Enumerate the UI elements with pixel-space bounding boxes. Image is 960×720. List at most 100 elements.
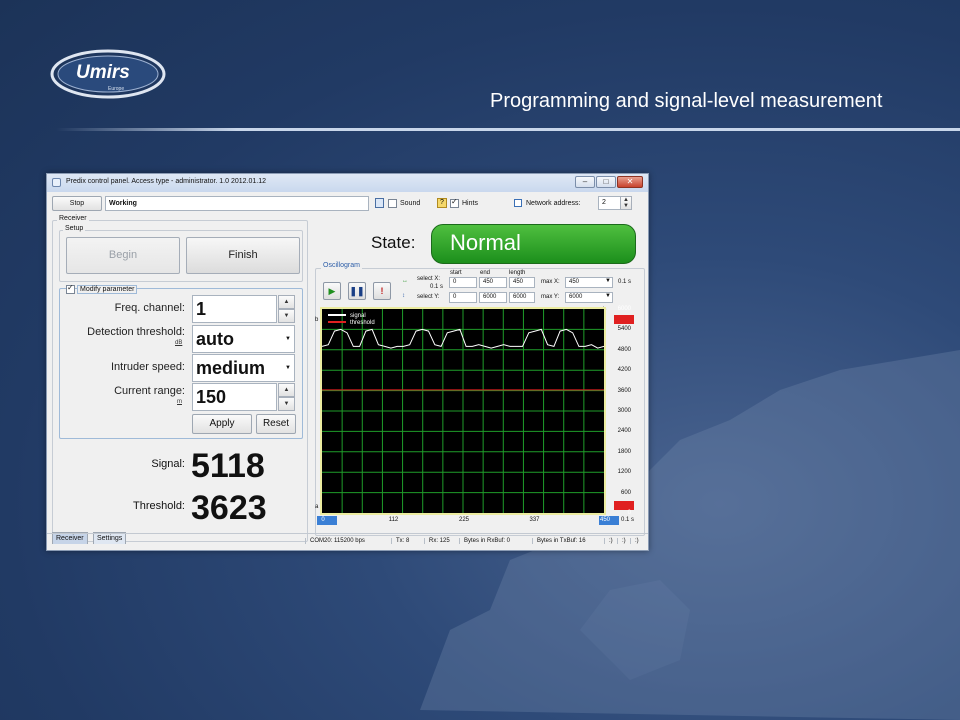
- marker-a-left[interactable]: a: [315, 504, 318, 510]
- status-rxbuf: Bytes in RxBuf: 0: [459, 538, 510, 544]
- chart-legend: signalthreshold: [328, 313, 375, 326]
- hints-label: Hints: [462, 200, 478, 207]
- modify-parameter-checkbox[interactable]: [66, 283, 75, 294]
- freq-channel-input[interactable]: 1: [192, 295, 277, 323]
- title-divider: [56, 128, 960, 131]
- sound-label: Sound: [400, 200, 421, 207]
- x-tick-label: 112: [388, 517, 399, 523]
- intruder-speed-select[interactable]: medium: [192, 354, 295, 382]
- svg-text:Umirs: Umirs: [76, 62, 130, 83]
- select-y-label: select Y:: [417, 294, 440, 300]
- select-x-length-input[interactable]: 450: [509, 277, 535, 288]
- svg-text:Europe: Europe: [108, 86, 124, 92]
- y-tick-label: 600: [620, 489, 631, 496]
- status-smile-1: :): [604, 538, 613, 544]
- freq-channel-down[interactable]: ▼: [278, 309, 295, 323]
- current-range-up[interactable]: ▲: [278, 383, 295, 397]
- x-tick-label: 450: [599, 517, 610, 523]
- y-tick-label: 3000: [617, 408, 631, 414]
- network-address-spin[interactable]: ▲ ▼: [620, 196, 632, 210]
- threshold-label: Threshold:: [133, 500, 185, 512]
- y-tick-label: 6000: [617, 306, 631, 312]
- oscillogram-chart[interactable]: signal threshold: [320, 307, 606, 515]
- x-tick-label: 337: [529, 517, 540, 523]
- status-smile-3: :): [630, 538, 639, 544]
- app-icon: [52, 178, 61, 187]
- status-txbuf: Bytes in TxBuf: 16: [532, 538, 586, 544]
- apply-button[interactable]: Apply: [192, 414, 252, 434]
- y-max-highlight: [614, 315, 634, 324]
- network-icon: [514, 199, 522, 207]
- select-y-start-input[interactable]: 0: [449, 292, 477, 303]
- y-tick-label: 2400: [617, 428, 631, 435]
- status-smile-2: :): [617, 538, 626, 544]
- y-tick-label: 4200: [617, 367, 631, 374]
- modify-parameter-label: Modify parameter: [77, 285, 138, 294]
- col-end-label: end: [480, 270, 491, 276]
- x-axis-unit: 0.1 s: [621, 517, 635, 523]
- minimize-button[interactable]: –: [575, 176, 595, 188]
- window-titlebar[interactable]: Predix control panel. Access type - admi…: [47, 174, 648, 192]
- current-range-down[interactable]: ▼: [278, 397, 295, 411]
- intruder-speed-dropdown-icon[interactable]: ▼: [285, 365, 291, 371]
- oscillogram-plot: signalthreshold: [321, 309, 605, 513]
- status-rx: Rx: 125: [424, 538, 450, 544]
- y-tick-label: 5400: [617, 326, 631, 333]
- status-tx: Tx: 8: [391, 538, 409, 544]
- oscillogram-group-label: Oscillogram: [321, 262, 362, 269]
- signal-value: 5118: [191, 447, 265, 485]
- detection-threshold-unit: dB: [175, 340, 183, 346]
- freq-channel-up[interactable]: ▲: [278, 295, 295, 309]
- slide-title: Programming and signal-level measurement: [490, 90, 883, 112]
- x-tick-label: 225: [458, 517, 469, 523]
- max-y-label: max Y:: [541, 294, 560, 300]
- close-button[interactable]: ✕: [617, 176, 643, 188]
- select-x-start-input[interactable]: 0: [449, 277, 477, 288]
- detection-threshold-label: Detection threshold:: [87, 326, 185, 338]
- col-length-label: length: [509, 270, 526, 276]
- max-y-dropdown-icon[interactable]: ▼: [605, 293, 611, 299]
- network-address-label: Network address:: [526, 200, 581, 207]
- begin-button[interactable]: Begin: [66, 237, 180, 274]
- max-x-dropdown-icon[interactable]: ▼: [605, 278, 611, 284]
- select-x-icon[interactable]: ↔: [402, 278, 408, 284]
- max-x-label: max X:: [541, 279, 560, 285]
- detection-threshold-dropdown-icon[interactable]: ▼: [285, 336, 291, 342]
- finish-button[interactable]: Finish: [186, 237, 300, 274]
- select-x-end-input[interactable]: 450: [479, 277, 507, 288]
- maximize-button[interactable]: □: [596, 176, 616, 188]
- reset-button[interactable]: Reset: [256, 414, 296, 434]
- intruder-speed-label: Intruder speed:: [111, 361, 185, 373]
- detection-threshold-select[interactable]: auto: [192, 325, 295, 353]
- select-y-end-input[interactable]: 6000: [479, 292, 507, 303]
- window-title: Predix control panel. Access type - admi…: [66, 178, 267, 185]
- alert-button[interactable]: !: [373, 282, 391, 300]
- select-y-length-input[interactable]: 6000: [509, 292, 535, 303]
- help-icon[interactable]: ?: [437, 198, 447, 208]
- select-x-label: select X:: [417, 276, 441, 282]
- marker-b-left[interactable]: b: [315, 317, 318, 323]
- stop-button[interactable]: Stop: [52, 196, 102, 211]
- umirs-logo: Umirs Europe: [50, 49, 166, 99]
- setup-group-label: Setup: [63, 225, 86, 232]
- hints-checkbox[interactable]: [450, 197, 459, 208]
- y-min-highlight: [614, 501, 634, 510]
- current-range-label: Current range:: [114, 385, 185, 397]
- current-range-input[interactable]: 150: [192, 383, 277, 411]
- y-tick-label: 3600: [617, 387, 631, 394]
- y-tick-label: 4800: [617, 346, 631, 353]
- x-unit-label: 0.1 s: [618, 279, 632, 285]
- select-y-icon[interactable]: ↕: [402, 293, 405, 299]
- play-button[interactable]: ▶: [323, 282, 341, 300]
- current-range-unit: m: [177, 399, 182, 405]
- calculator-icon[interactable]: [375, 198, 384, 208]
- col-start-label: start: [450, 270, 462, 276]
- status-port: COM20: 115200 bps: [305, 538, 365, 544]
- pause-button[interactable]: ❚❚: [348, 282, 366, 300]
- threshold-value: 3623: [191, 489, 267, 527]
- freq-channel-label: Freq. channel:: [114, 302, 185, 314]
- sound-checkbox[interactable]: [388, 199, 397, 208]
- legend-label-signal: signal: [350, 313, 366, 319]
- state-label: State:: [371, 233, 416, 252]
- receiver-group-label: Receiver: [57, 215, 89, 222]
